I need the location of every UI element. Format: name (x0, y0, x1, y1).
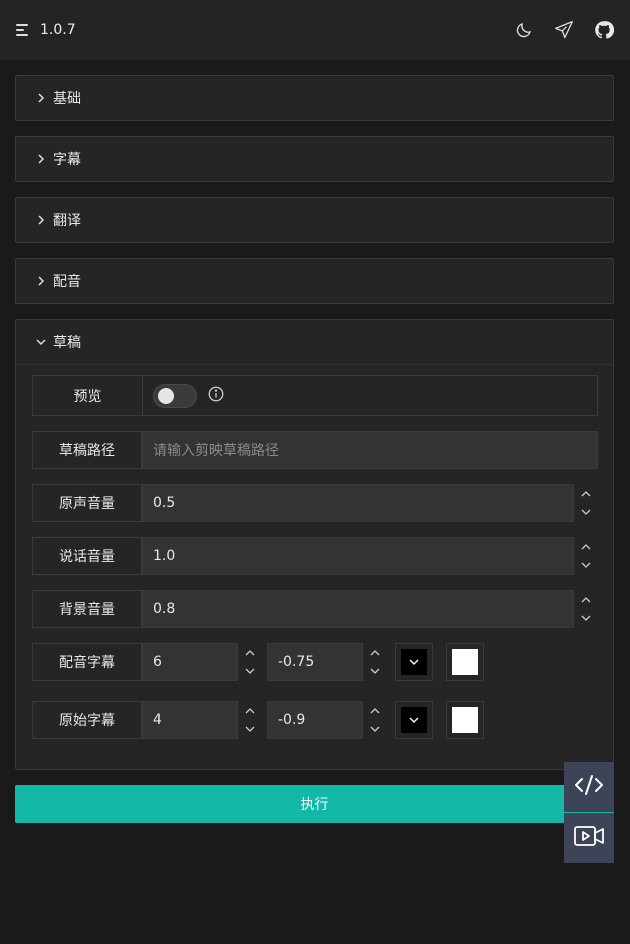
section-title: 草稿 (53, 335, 81, 351)
chevron-up-icon[interactable] (580, 489, 592, 499)
chevron-down-icon[interactable] (244, 725, 256, 735)
section-dubbing[interactable]: 配音 (15, 258, 614, 304)
preview-label: 预览 (33, 376, 143, 415)
chevron-down-icon[interactable] (580, 561, 592, 571)
chevron-down-icon[interactable] (369, 725, 381, 735)
bg-volume-stepper (574, 590, 598, 628)
orig-subtitle-size-stepper (238, 701, 262, 739)
chevron-up-icon[interactable] (369, 706, 381, 716)
chevron-right-icon (34, 91, 48, 105)
orig-subtitle-size-input[interactable]: 4 (142, 701, 238, 739)
preview-row: 预览 (32, 375, 598, 416)
info-icon[interactable] (207, 385, 225, 407)
top-bar: 1.0.7 (0, 0, 630, 60)
original-volume-row: 原声音量 0.5 (32, 484, 598, 522)
orig-subtitle-offset-input[interactable]: -0.9 (267, 701, 363, 739)
chevron-down-icon[interactable] (244, 667, 256, 677)
speech-volume-stepper (574, 537, 598, 575)
section-title: 字幕 (53, 152, 81, 168)
dub-subtitle-color-picker[interactable] (395, 643, 433, 681)
speech-volume-input[interactable]: 1.0 (142, 537, 574, 575)
video-button[interactable] (564, 813, 614, 863)
chevron-down-icon (401, 649, 427, 675)
section-title: 翻译 (53, 213, 81, 229)
chevron-up-icon[interactable] (580, 542, 592, 552)
chevron-right-icon (34, 274, 48, 288)
send-icon[interactable] (554, 20, 574, 40)
draft-path-row: 草稿路径 请输入剪映草稿路径 (32, 431, 598, 469)
draft-path-input[interactable]: 请输入剪映草稿路径 (142, 431, 598, 469)
chevron-up-icon[interactable] (244, 706, 256, 716)
dub-subtitle-size-stepper (238, 643, 262, 681)
dub-subtitle-bg-color-picker[interactable] (446, 643, 484, 681)
menu-icon[interactable] (16, 24, 30, 36)
chevron-right-icon (34, 213, 48, 227)
chevron-up-icon[interactable] (244, 648, 256, 658)
section-draft-header[interactable]: 草稿 (16, 320, 613, 364)
speech-volume-row: 说话音量 1.0 (32, 537, 598, 575)
section-title: 基础 (53, 91, 81, 107)
chevron-right-icon (34, 152, 48, 166)
preview-toggle[interactable] (153, 383, 197, 408)
section-translate[interactable]: 翻译 (15, 197, 614, 243)
section-title: 配音 (53, 274, 81, 290)
dub-subtitle-size-input[interactable]: 6 (142, 643, 238, 681)
original-volume-stepper (574, 484, 598, 522)
original-volume-label: 原声音量 (32, 484, 142, 522)
section-draft: 草稿 预览 草稿路径 请输入剪映草稿路径 原声音量 0.5 说话音量 1.0 背… (15, 319, 614, 770)
dub-subtitle-offset-input[interactable]: -0.75 (267, 643, 363, 681)
orig-subtitle-row: 原始字幕 4 -0.9 (32, 701, 484, 739)
chevron-down-icon[interactable] (580, 614, 592, 624)
chevron-up-icon[interactable] (369, 648, 381, 658)
bg-volume-label: 背景音量 (32, 590, 142, 628)
orig-subtitle-bg-color-picker[interactable] (446, 701, 484, 739)
section-basic[interactable]: 基础 (15, 75, 614, 121)
chevron-down-icon[interactable] (580, 508, 592, 518)
code-button[interactable] (564, 762, 614, 812)
bg-volume-row: 背景音量 0.8 (32, 590, 598, 628)
original-volume-input[interactable]: 0.5 (142, 484, 574, 522)
chevron-down-icon (401, 707, 427, 733)
app-version: 1.0.7 (40, 22, 76, 38)
chevron-down-icon (34, 335, 48, 349)
execute-button[interactable]: 执行 (15, 785, 614, 823)
orig-subtitle-color-picker[interactable] (395, 701, 433, 739)
chevron-down-icon[interactable] (369, 667, 381, 677)
dub-subtitle-row: 配音字幕 6 -0.75 (32, 643, 484, 681)
code-icon (573, 773, 605, 801)
draft-path-label: 草稿路径 (32, 431, 142, 469)
orig-subtitle-label: 原始字幕 (32, 701, 142, 739)
speech-volume-label: 说话音量 (32, 537, 142, 575)
dub-subtitle-offset-stepper (363, 643, 387, 681)
bg-volume-input[interactable]: 0.8 (142, 590, 574, 628)
video-icon (573, 823, 605, 853)
chevron-up-icon[interactable] (580, 595, 592, 605)
orig-subtitle-offset-stepper (363, 701, 387, 739)
moon-icon[interactable] (514, 20, 534, 40)
dub-subtitle-label: 配音字幕 (32, 643, 142, 681)
github-icon[interactable] (594, 20, 614, 40)
section-subtitle[interactable]: 字幕 (15, 136, 614, 182)
